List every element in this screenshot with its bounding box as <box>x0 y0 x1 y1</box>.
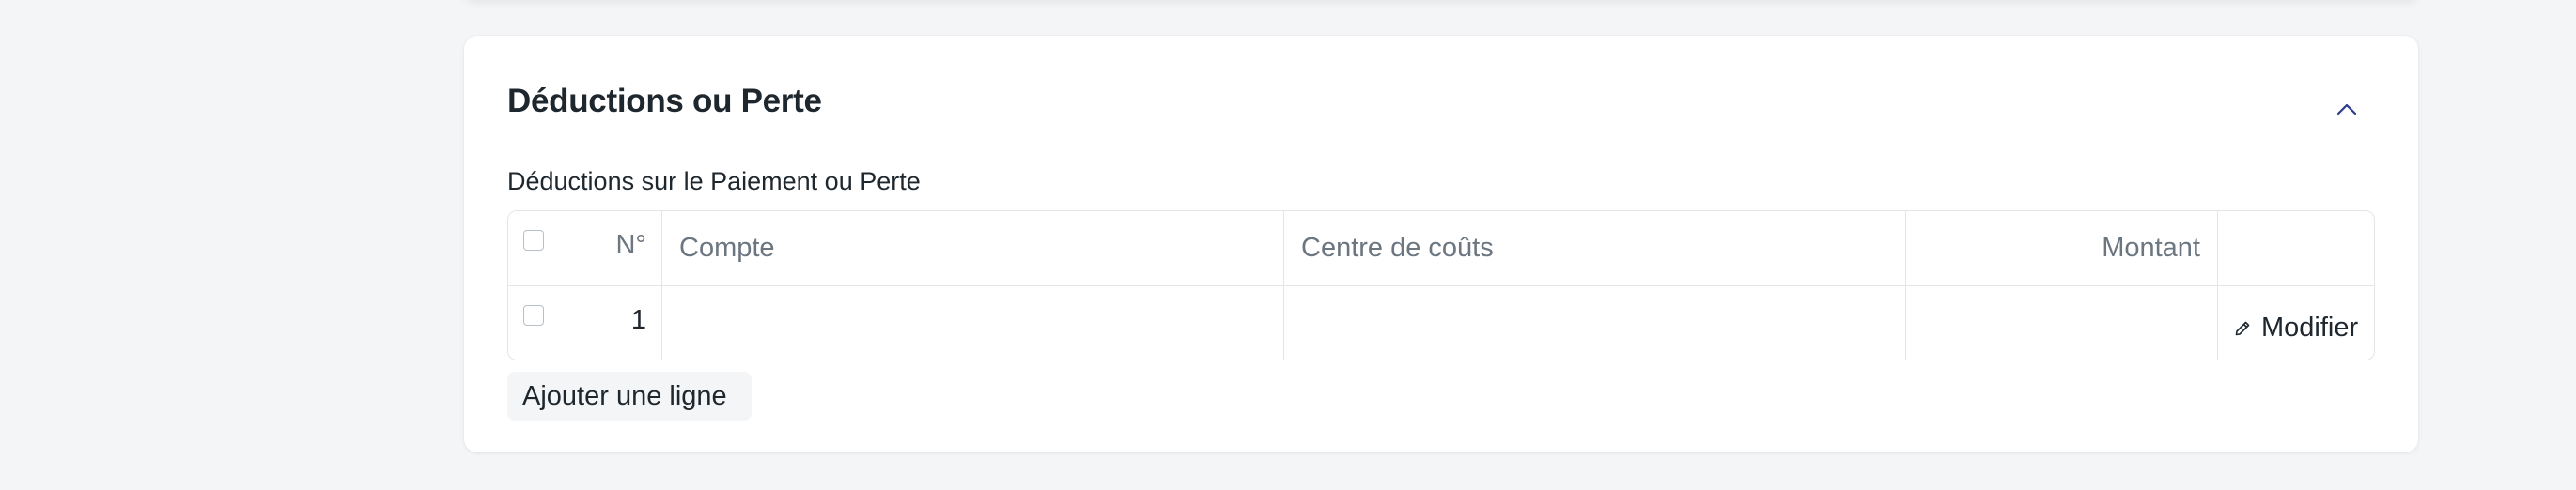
edit-row-button[interactable]: Modifier <box>2233 313 2358 344</box>
deductions-field-label: Déductions sur le Paiement ou Perte <box>507 167 921 195</box>
header-index-cell: N° <box>508 211 662 285</box>
add-row-button[interactable]: Ajouter une ligne <box>507 372 752 421</box>
chevron-up-icon <box>2336 103 2357 115</box>
row-compte-cell[interactable] <box>662 286 1284 360</box>
row-index-cell: 1 <box>508 286 662 360</box>
pencil-icon <box>2235 321 2250 335</box>
header-compte[interactable]: Compte <box>662 211 1284 285</box>
select-all-checkbox[interactable] <box>523 230 544 251</box>
table-row[interactable]: 1 Modifier <box>508 286 2374 360</box>
row-montant-cell[interactable] <box>1906 286 2218 360</box>
row-action-cell: Modifier <box>2218 286 2374 360</box>
deductions-section-card: Déductions ou Perte Déductions sur le Pa… <box>464 36 2418 452</box>
row-index: 1 <box>630 305 646 335</box>
edit-row-label: Modifier <box>2261 313 2359 343</box>
row-select-checkbox[interactable] <box>523 305 544 326</box>
row-centre-de-couts-cell[interactable] <box>1284 286 1906 360</box>
deductions-table: N° Compte Centre de coûts Montant 1 Modi… <box>507 210 2375 360</box>
header-index-label: N° <box>615 230 646 260</box>
section-title: Déductions ou Perte <box>507 83 822 119</box>
table-header-row: N° Compte Centre de coûts Montant <box>508 211 2374 286</box>
collapse-section-button[interactable] <box>2328 90 2366 128</box>
header-action-cell <box>2218 211 2374 285</box>
header-montant[interactable]: Montant <box>1906 211 2218 285</box>
header-centre-de-couts[interactable]: Centre de coûts <box>1284 211 1906 285</box>
